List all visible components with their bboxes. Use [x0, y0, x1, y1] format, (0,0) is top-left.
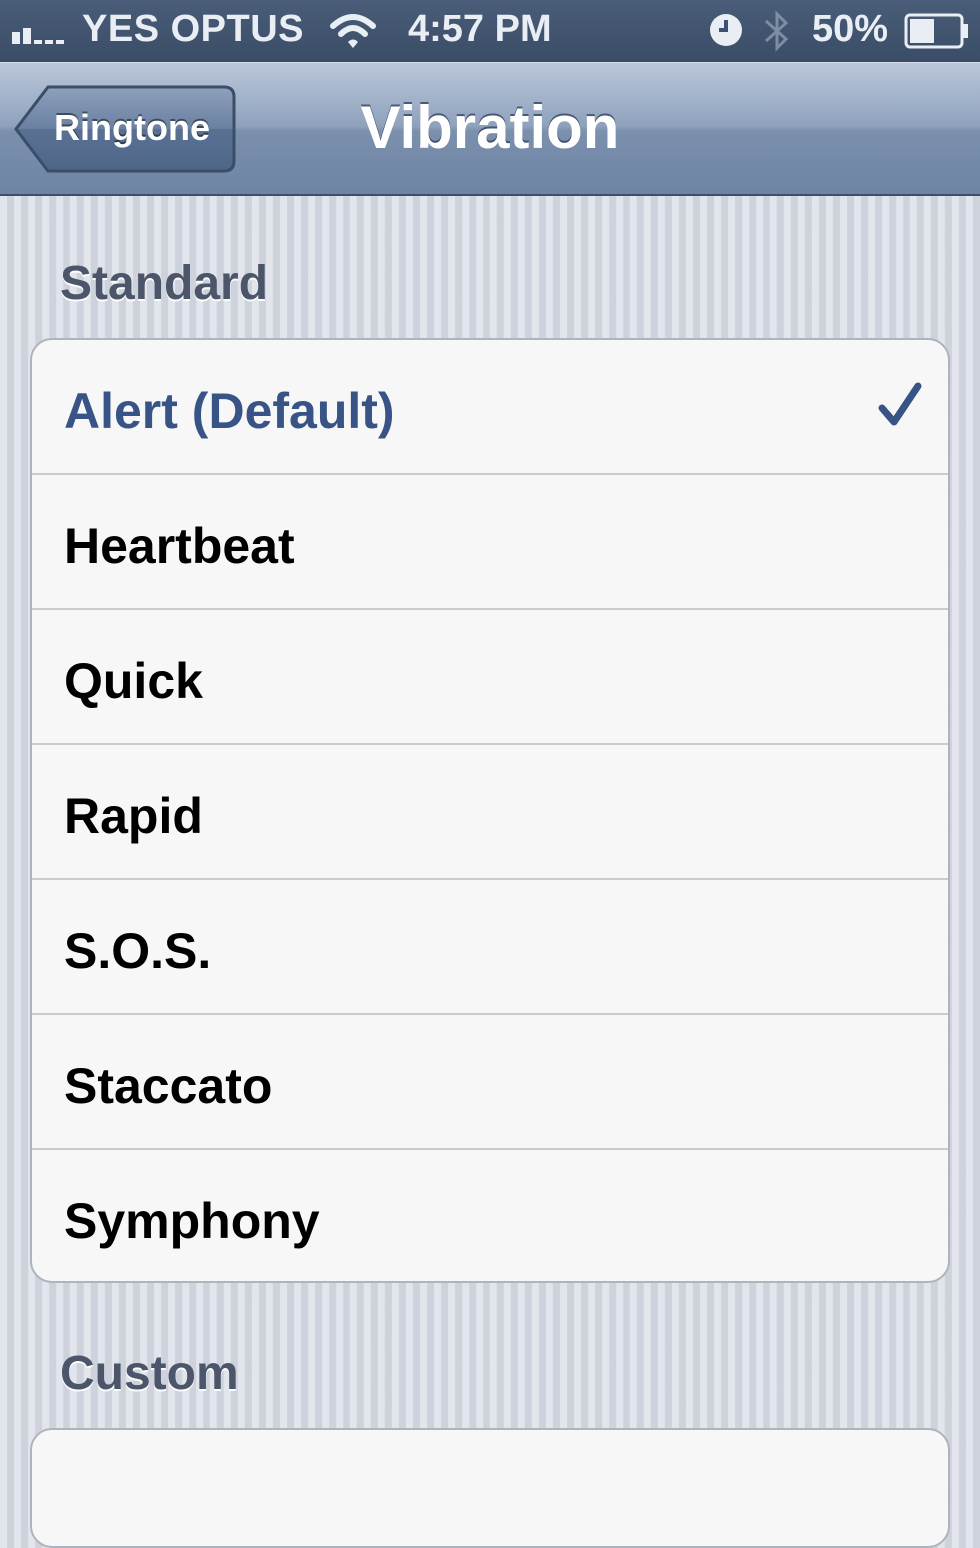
list-item-label: Symphony — [64, 1193, 320, 1249]
alarm-icon — [710, 14, 742, 46]
bluetooth-icon — [764, 10, 789, 52]
list-item-sos[interactable]: S.O.S. — [32, 878, 948, 1013]
list-item-label: Heartbeat — [64, 518, 295, 574]
section-header-standard: Standard — [60, 257, 269, 310]
status-bar: YES OPTUS 4:57 PM 50% — [0, 0, 980, 62]
list-item-label: Staccato — [64, 1058, 273, 1114]
list-item-alert-default[interactable]: Alert (Default) — [32, 340, 948, 473]
standard-vibration-list: Alert (Default) Heartbeat Quick Rapid S.… — [30, 338, 950, 1283]
list-item-heartbeat[interactable]: Heartbeat — [32, 473, 948, 608]
list-item-quick[interactable]: Quick — [32, 608, 948, 743]
list-item-staccato[interactable]: Staccato — [32, 1013, 948, 1148]
page-title: Vibration — [360, 94, 620, 161]
checkmark-icon — [878, 382, 922, 426]
list-item-symphony[interactable]: Symphony — [32, 1148, 948, 1281]
battery-icon — [904, 13, 968, 49]
battery-percent: 50% — [812, 8, 889, 50]
custom-vibration-list[interactable] — [30, 1428, 950, 1548]
navigation-bar: Ringtone Vibration — [0, 62, 980, 196]
list-item-label: S.O.S. — [64, 923, 212, 979]
wifi-icon — [330, 14, 376, 48]
status-time: 4:57 PM — [408, 8, 552, 50]
list-item-label: Quick — [64, 653, 203, 709]
carrier-name: YES OPTUS — [82, 8, 304, 50]
section-header-custom: Custom — [60, 1347, 239, 1400]
signal-icon — [12, 28, 64, 44]
list-item-label: Alert (Default) — [64, 383, 395, 439]
list-item-label: Rapid — [64, 788, 203, 844]
list-item-rapid[interactable]: Rapid — [32, 743, 948, 878]
